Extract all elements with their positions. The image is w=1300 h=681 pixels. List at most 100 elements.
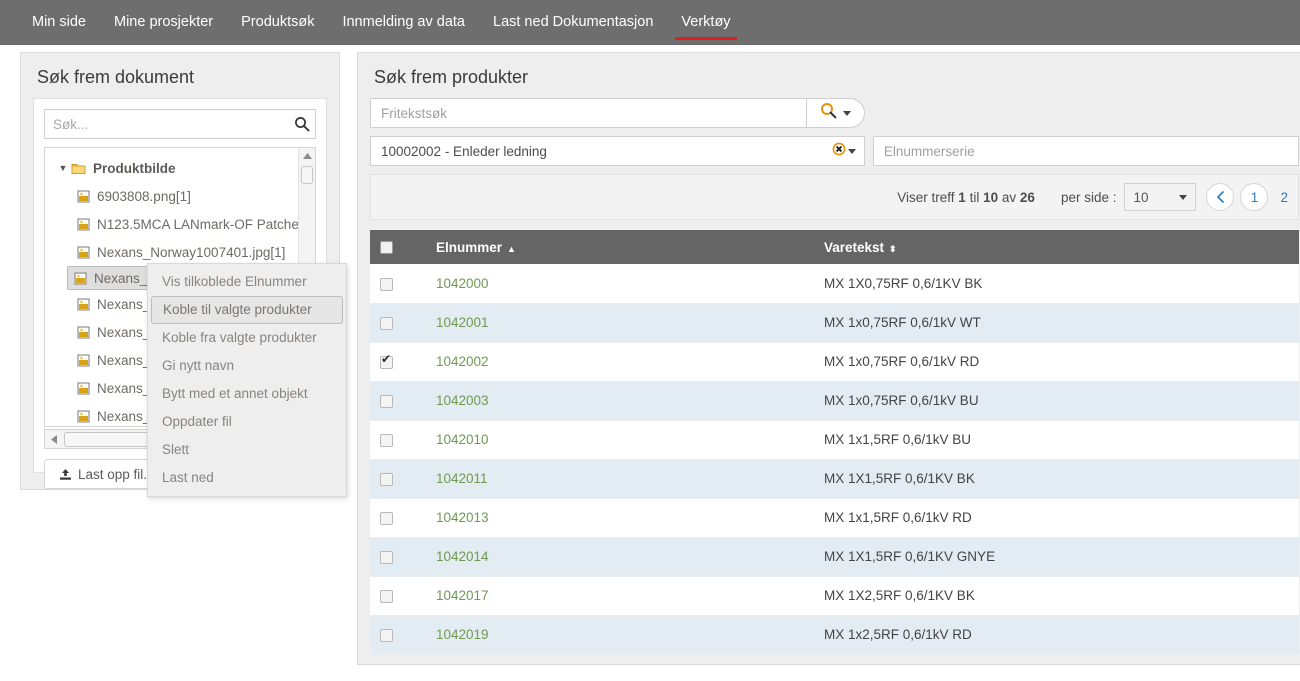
row-elnummer-cell: 1042014 bbox=[426, 537, 814, 577]
scroll-up-icon[interactable] bbox=[299, 148, 315, 164]
elnummer-link[interactable]: 1042003 bbox=[436, 393, 489, 408]
tree-item-0[interactable]: 6903808.png[1] bbox=[67, 182, 315, 210]
image-file-icon bbox=[77, 354, 90, 367]
elnummer-link[interactable]: 1042002 bbox=[436, 354, 489, 369]
nav-item-min-side[interactable]: Min side bbox=[18, 0, 100, 45]
row-checkbox[interactable] bbox=[380, 316, 393, 330]
results-count-text: Viser treff 1 til 10 av 26 bbox=[897, 190, 1035, 205]
table-row[interactable]: 1042011 MX 1X1,5RF 0,6/1KV BK bbox=[370, 459, 1299, 499]
row-checkbox[interactable] bbox=[380, 433, 393, 447]
image-file-icon bbox=[77, 190, 90, 203]
elnummer-link[interactable]: 1042014 bbox=[436, 549, 489, 564]
products-table-head: Elnummer ▲ Varetekst ⬍ bbox=[370, 230, 1299, 264]
results-of-label: av bbox=[1001, 189, 1017, 205]
header-elnummer-cell[interactable]: Elnummer ▲ bbox=[426, 230, 814, 264]
category-field[interactable]: 10002002 - Enleder ledning bbox=[370, 136, 865, 166]
tree-item-label: 6903808.png[1] bbox=[97, 188, 191, 204]
product-search-fields: 10002002 - Enleder ledning bbox=[370, 98, 1299, 166]
elnummer-link[interactable]: 1042010 bbox=[436, 432, 489, 447]
tree-item-1[interactable]: N123.5MCA LANmark-OF Patchesn bbox=[67, 210, 315, 238]
elnummer-link[interactable]: 1042013 bbox=[436, 510, 489, 525]
row-checkbox[interactable] bbox=[380, 628, 393, 642]
sort-both-icon[interactable]: ⬍ bbox=[889, 244, 897, 255]
row-checkbox[interactable] bbox=[380, 550, 393, 564]
context-menu-item-oppdater-fil[interactable]: Oppdater fil bbox=[148, 408, 346, 436]
row-checkbox[interactable] bbox=[380, 394, 393, 408]
elnummer-link[interactable]: 1042001 bbox=[436, 315, 489, 330]
context-menu-item-bytt-med-et-annet-objekt[interactable]: Bytt med et annet objekt bbox=[148, 380, 346, 408]
row-checkbox[interactable] bbox=[380, 353, 393, 369]
category-value: 10002002 - Enleder ledning bbox=[381, 143, 547, 159]
table-row[interactable]: 1042014 MX 1X1,5RF 0,6/1KV GNYE bbox=[370, 537, 1299, 577]
context-menu-item-slett[interactable]: Slett bbox=[148, 436, 346, 464]
table-row[interactable]: 1042013 MX 1x1,5RF 0,6/1kV RD bbox=[370, 498, 1299, 538]
row-elnummer-cell: 1042019 bbox=[426, 615, 814, 655]
elnummer-link[interactable]: 1042017 bbox=[436, 588, 489, 603]
scroll-left-icon[interactable] bbox=[45, 434, 62, 445]
context-menu-item-koble-fra-valgte-produkter[interactable]: Koble fra valgte produkter bbox=[148, 324, 346, 352]
row-varetekst-cell: MX 1X0,75RF 0,6/1KV BK bbox=[814, 264, 1299, 304]
nav-label: Verktøy bbox=[681, 14, 731, 30]
per-page-value: 10 bbox=[1133, 189, 1149, 205]
context-menu-item-gi-nytt-navn[interactable]: Gi nytt navn bbox=[148, 352, 346, 380]
search-icon[interactable] bbox=[820, 102, 837, 124]
chevron-down-icon[interactable] bbox=[847, 148, 856, 154]
results-mid: til bbox=[969, 189, 980, 205]
nav-label: Produktsøk bbox=[241, 14, 315, 30]
table-row[interactable]: 1042000 MX 1X0,75RF 0,6/1KV BK bbox=[370, 264, 1299, 304]
context-menu: Vis tilkoblede Elnummer Koble til valgte… bbox=[147, 263, 347, 497]
context-menu-item-vis-tilkoblede-elnummer[interactable]: Vis tilkoblede Elnummer bbox=[148, 268, 346, 296]
pagination-page-2[interactable]: 2 bbox=[1274, 190, 1294, 205]
nav-item-last-ned-dokumentasjon[interactable]: Last ned Dokumentasjon bbox=[479, 0, 667, 45]
product-search-button[interactable] bbox=[807, 98, 865, 128]
chevron-down-icon[interactable]: ▼ bbox=[55, 163, 71, 173]
row-checkbox[interactable] bbox=[380, 277, 393, 291]
header-varetekst-cell[interactable]: Varetekst ⬍ bbox=[814, 230, 1299, 264]
context-menu-item-koble-til-valgte-produkter[interactable]: Koble til valgte produkter bbox=[151, 296, 343, 324]
nav-item-innmelding-av-data[interactable]: Innmelding av data bbox=[328, 0, 479, 45]
table-row[interactable]: 1042002 MX 1x0,75RF 0,6/1kV RD bbox=[370, 342, 1299, 382]
table-row[interactable]: 1042001 MX 1x0,75RF 0,6/1kV WT bbox=[370, 303, 1299, 343]
context-menu-item-last-ned[interactable]: Last ned bbox=[148, 464, 346, 492]
row-checkbox[interactable] bbox=[380, 511, 393, 525]
table-row[interactable]: 1042019 MX 1x2,5RF 0,6/1kV RD bbox=[370, 615, 1299, 655]
nav-label: Innmelding av data bbox=[342, 14, 465, 30]
document-panel-title: Søk frem dokument bbox=[37, 67, 195, 87]
elnummer-link[interactable]: 1042011 bbox=[436, 471, 488, 486]
product-search-panel: Søk frem produkter Fritekstsøk 10002002 … bbox=[357, 52, 1300, 665]
clear-circle-icon[interactable] bbox=[832, 142, 846, 161]
results-prefix: Viser treff bbox=[897, 189, 955, 205]
chevron-down-icon[interactable] bbox=[1179, 194, 1188, 200]
table-row[interactable]: 1042010 MX 1x1,5RF 0,6/1kV BU bbox=[370, 420, 1299, 460]
chevron-down-icon[interactable] bbox=[843, 110, 851, 116]
nav-item-produktsok[interactable]: Produktsøk bbox=[227, 0, 328, 45]
row-checkbox[interactable] bbox=[380, 589, 393, 603]
image-file-icon bbox=[77, 246, 90, 259]
context-menu-label: Last ned bbox=[162, 470, 214, 485]
sort-asc-icon[interactable]: ▲ bbox=[507, 244, 516, 254]
nav-item-verktoy[interactable]: Verktøy bbox=[667, 0, 744, 45]
elnummer-link[interactable]: 1042000 bbox=[436, 276, 489, 291]
table-row[interactable]: 1042003 MX 1x0,75RF 0,6/1kV BU bbox=[370, 381, 1299, 421]
category-field-icons[interactable] bbox=[832, 142, 864, 161]
table-row[interactable]: 1042017 MX 1X2,5RF 0,6/1KV BK bbox=[370, 576, 1299, 616]
elnummer-link[interactable]: 1042019 bbox=[436, 627, 489, 642]
row-checkbox[interactable] bbox=[380, 472, 393, 486]
pagination-prev-button[interactable] bbox=[1206, 183, 1235, 211]
select-all-checkbox[interactable] bbox=[380, 241, 393, 255]
freetext-search-input[interactable] bbox=[371, 105, 806, 121]
nav-item-mine-prosjekter[interactable]: Mine prosjekter bbox=[100, 0, 227, 45]
pagination-page-1[interactable]: 1 bbox=[1240, 183, 1269, 211]
row-varetekst-cell: MX 1x1,5RF 0,6/1kV BU bbox=[814, 420, 1299, 460]
tree-item-2[interactable]: Nexans_Norway1007401.jpg[1] bbox=[67, 238, 315, 266]
tree-scrollbar-thumb[interactable] bbox=[301, 166, 313, 184]
elnummerserie-input[interactable] bbox=[873, 143, 1298, 159]
row-checkbox-cell bbox=[370, 303, 426, 343]
row-checkbox-cell bbox=[370, 615, 426, 655]
page-body: Søk frem dokument ▼ bbox=[0, 45, 1300, 681]
results-to: 10 bbox=[983, 189, 999, 205]
per-page-select[interactable]: 10 bbox=[1124, 183, 1197, 211]
tree-node-produktbilde[interactable]: ▼ Produktbilde bbox=[45, 154, 315, 182]
document-search-input[interactable] bbox=[45, 116, 289, 132]
search-icon[interactable] bbox=[289, 111, 315, 137]
